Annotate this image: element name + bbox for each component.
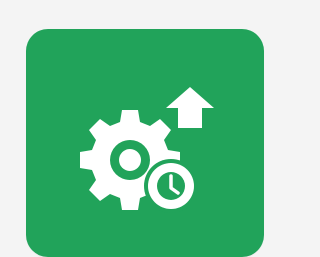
clock-icon (144, 159, 198, 213)
arrow-up-icon (166, 87, 214, 128)
gear-clock-upgrade-icon (80, 87, 214, 213)
icon-canvas (0, 0, 264, 257)
